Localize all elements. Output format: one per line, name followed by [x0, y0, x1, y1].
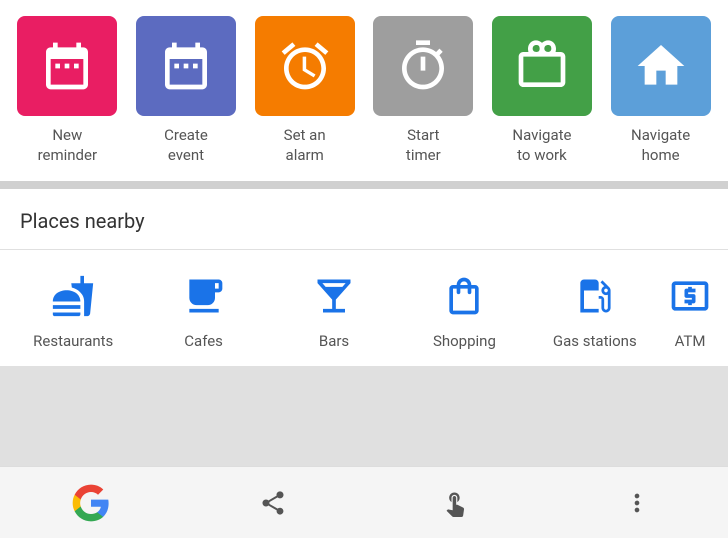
share-icon [259, 489, 287, 517]
action-start-timer[interactable]: Start timer [368, 16, 478, 165]
google-button[interactable] [61, 473, 121, 533]
shopping-label: Shopping [433, 332, 496, 350]
timer-icon [395, 38, 451, 94]
place-cafes[interactable]: Cafes [138, 270, 268, 350]
atm-icon [664, 270, 716, 322]
places-nearby-title: Places nearby [0, 189, 728, 249]
cafes-label: Cafes [184, 332, 223, 350]
shopping-icon [438, 270, 490, 322]
more-button[interactable] [607, 473, 667, 533]
create-event-icon-bg [136, 16, 236, 116]
place-gas-stations[interactable]: Gas stations [530, 270, 660, 350]
action-new-reminder[interactable]: New reminder [12, 16, 122, 165]
places-row: Restaurants Cafes Bars [0, 250, 728, 366]
bars-label: Bars [319, 332, 349, 350]
bars-icon [308, 270, 360, 322]
bottom-nav [0, 466, 728, 538]
quick-actions-section: New reminder Create event [0, 0, 728, 181]
new-reminder-icon-bg [17, 16, 117, 116]
action-create-event[interactable]: Create event [131, 16, 241, 165]
google-g-icon [71, 483, 111, 523]
home-icon [633, 38, 689, 94]
place-atm[interactable]: ATM [660, 270, 720, 350]
touch-icon [441, 489, 469, 517]
new-reminder-label: New reminder [38, 126, 97, 165]
start-timer-icon-bg [373, 16, 473, 116]
place-bars[interactable]: Bars [269, 270, 399, 350]
section-divider [0, 181, 728, 189]
alarm-icon [277, 38, 333, 94]
navigate-work-label: Navigate to work [512, 126, 571, 165]
gas-stations-icon [569, 270, 621, 322]
start-timer-label: Start timer [406, 126, 441, 165]
set-alarm-icon-bg [255, 16, 355, 116]
set-alarm-label: Set an alarm [284, 126, 326, 165]
restaurants-label: Restaurants [33, 332, 113, 350]
touch-button[interactable] [425, 473, 485, 533]
gas-stations-label: Gas stations [553, 332, 637, 350]
action-set-alarm[interactable]: Set an alarm [250, 16, 360, 165]
more-vertical-icon [623, 489, 651, 517]
atm-label: ATM [675, 332, 706, 350]
calendar-icon [158, 38, 214, 94]
place-shopping[interactable]: Shopping [399, 270, 529, 350]
navigate-home-icon-bg [611, 16, 711, 116]
work-icon [514, 38, 570, 94]
reminder-icon [39, 38, 95, 94]
restaurants-icon [47, 270, 99, 322]
navigate-work-icon-bg [492, 16, 592, 116]
places-nearby-section: Places nearby Restaurants Cafes [0, 189, 728, 366]
place-restaurants[interactable]: Restaurants [8, 270, 138, 350]
action-navigate-home[interactable]: Navigate home [606, 16, 716, 165]
actions-row: New reminder Create event [8, 16, 720, 165]
create-event-label: Create event [164, 126, 208, 165]
cafes-icon [178, 270, 230, 322]
navigate-home-label: Navigate home [631, 126, 690, 165]
action-navigate-work[interactable]: Navigate to work [487, 16, 597, 165]
share-button[interactable] [243, 473, 303, 533]
